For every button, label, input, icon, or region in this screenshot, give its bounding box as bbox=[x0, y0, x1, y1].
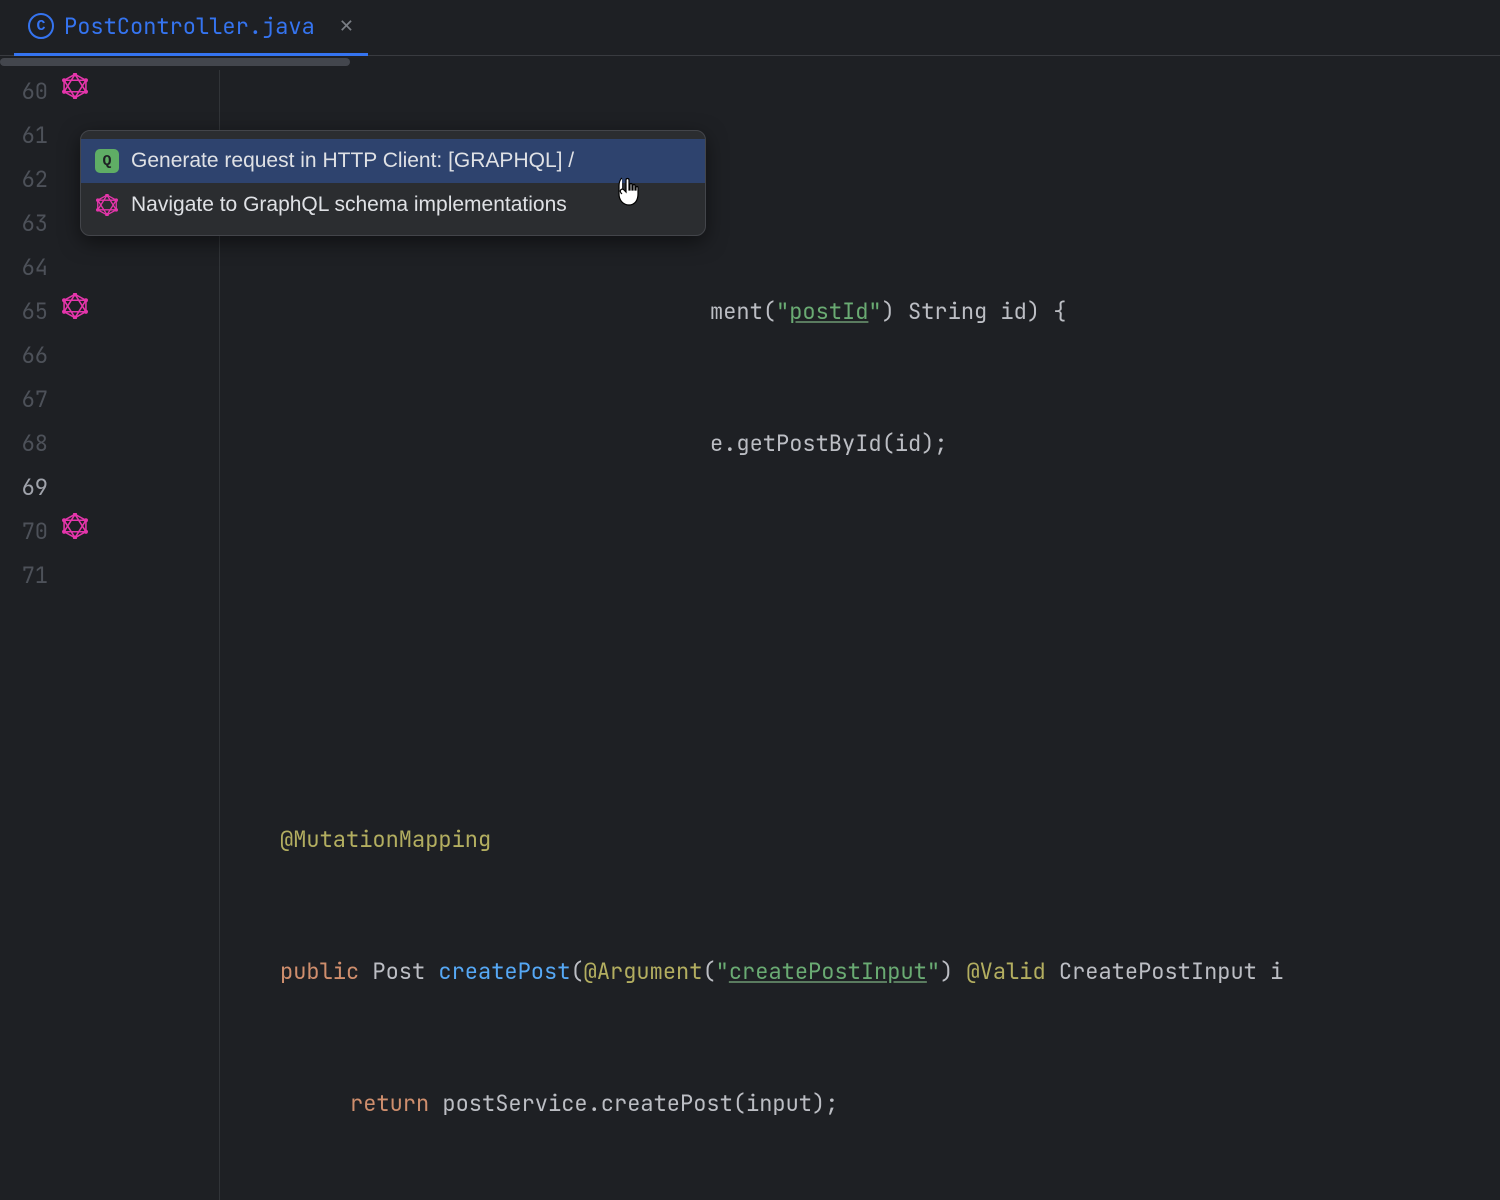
popup-item-navigate-graphql-schema[interactable]: Navigate to GraphQL schema implementatio… bbox=[81, 183, 705, 227]
popup-item-label: Navigate to GraphQL schema implementatio… bbox=[131, 193, 567, 217]
code-line: ment("postId") String id) { bbox=[220, 290, 1500, 334]
gutter-line: 69 bbox=[0, 466, 219, 510]
java-class-icon: C bbox=[28, 13, 54, 39]
line-number: 70 bbox=[20, 510, 48, 554]
gutter-line: 70 bbox=[0, 510, 219, 554]
gutter-line: 68 bbox=[0, 422, 219, 466]
line-number: 65 bbox=[20, 290, 48, 334]
code-line: @MutationMapping bbox=[220, 818, 1500, 862]
tab-filename: PostController.java bbox=[64, 12, 315, 41]
code-line bbox=[220, 554, 1500, 598]
popup-item-generate-http-request[interactable]: Q Generate request in HTTP Client: [GRAP… bbox=[81, 139, 705, 183]
line-number: 63 bbox=[20, 202, 48, 246]
graphql-icon[interactable] bbox=[62, 70, 88, 114]
code-editor[interactable]: 60 61 62 63 64 65 66 67 68 69 70 71 @Que… bbox=[0, 70, 1500, 1200]
intention-actions-popup: Q Generate request in HTTP Client: [GRAP… bbox=[80, 130, 706, 236]
file-tab[interactable]: C PostController.java ✕ bbox=[14, 0, 368, 56]
tab-bar: C PostController.java ✕ bbox=[0, 0, 1500, 56]
line-number: 62 bbox=[20, 158, 48, 202]
line-number: 66 bbox=[20, 334, 48, 378]
line-number: 69 bbox=[20, 466, 48, 510]
gutter-line: 65 bbox=[0, 290, 219, 334]
line-number: 68 bbox=[20, 422, 48, 466]
line-number: 71 bbox=[20, 554, 48, 598]
graphql-icon[interactable] bbox=[62, 510, 88, 554]
gutter-line: 71 bbox=[0, 554, 219, 598]
graphql-icon[interactable] bbox=[62, 290, 88, 334]
line-number: 61 bbox=[20, 114, 48, 158]
horizontal-scrollbar-thumb[interactable] bbox=[0, 58, 350, 66]
line-number: 67 bbox=[20, 378, 48, 422]
gutter-line: 60 bbox=[0, 70, 219, 114]
code-line bbox=[220, 686, 1500, 730]
gutter-line: 67 bbox=[0, 378, 219, 422]
gutter-line: 66 bbox=[0, 334, 219, 378]
horizontal-scrollbar-track bbox=[0, 58, 1500, 70]
line-number: 60 bbox=[20, 70, 48, 114]
popup-item-label: Generate request in HTTP Client: [GRAPHQ… bbox=[131, 149, 574, 173]
graphql-icon bbox=[95, 193, 119, 217]
gutter-line: 64 bbox=[0, 246, 219, 290]
code-line: return postService.createPost(input); bbox=[220, 1082, 1500, 1126]
code-line: e.getPostById(id); bbox=[220, 422, 1500, 466]
code-line: public Post createPost(@Argument("create… bbox=[220, 950, 1500, 994]
gutter: 60 61 62 63 64 65 66 67 68 69 70 71 bbox=[0, 70, 220, 1200]
http-request-icon: Q bbox=[95, 149, 119, 173]
line-number: 64 bbox=[20, 246, 48, 290]
code-area[interactable]: @QueryMapping ment("postId") String id) … bbox=[220, 70, 1500, 1200]
close-icon[interactable]: ✕ bbox=[339, 17, 354, 35]
